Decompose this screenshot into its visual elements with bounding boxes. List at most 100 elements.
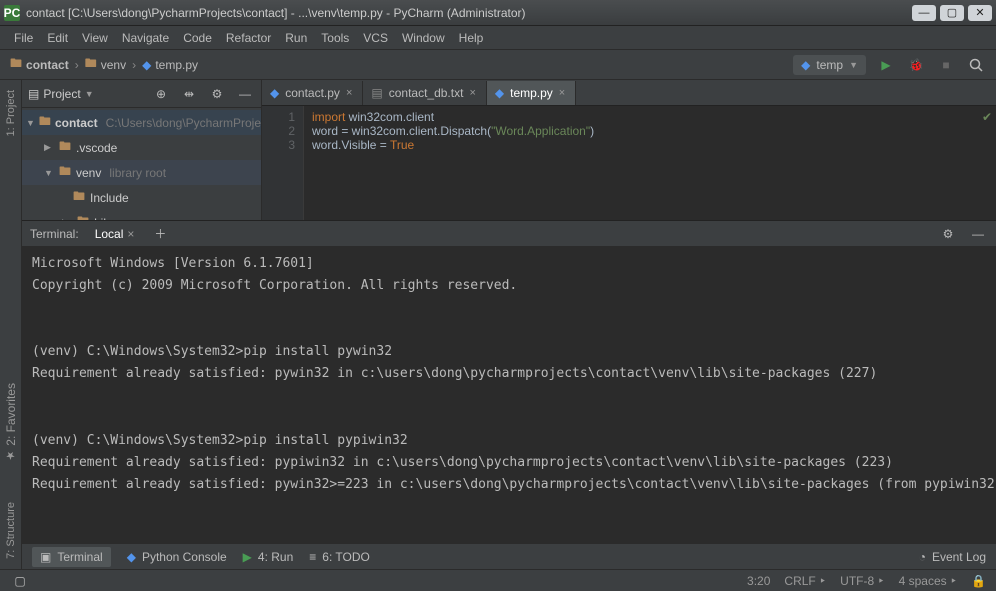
tree-item-venv[interactable]: ▼ 🖿 venv library root	[22, 160, 261, 185]
add-terminal-button[interactable]: ＋	[150, 224, 170, 244]
menu-window[interactable]: Window	[396, 29, 451, 47]
expand-arrow-icon[interactable]: ▼	[44, 168, 54, 178]
crumb-project[interactable]: 🖿contact	[10, 54, 69, 75]
crumb-file[interactable]: ◆temp.py	[142, 58, 198, 72]
toolwindow-todo-tab[interactable]: ≡6: TODO	[309, 550, 370, 564]
chevron-right-icon: ›	[75, 58, 79, 72]
gear-icon[interactable]: ⚙	[938, 224, 958, 244]
close-window-button[interactable]: ✕	[968, 5, 992, 21]
editor-tabs: ◆contact.py× ▤contact_db.txt× ◆temp.py×	[262, 80, 996, 106]
python-icon: ◆	[495, 86, 504, 100]
editor-area: ◆contact.py× ▤contact_db.txt× ◆temp.py× …	[262, 80, 996, 220]
menu-refactor[interactable]: Refactor	[220, 29, 277, 47]
editor-tab-contactdb[interactable]: ▤contact_db.txt×	[363, 81, 487, 105]
toolwindow-python-console-tab[interactable]: ◆Python Console	[127, 550, 227, 564]
locate-icon[interactable]: ⊕	[151, 84, 171, 104]
crumb-folder[interactable]: 🖿venv	[85, 54, 126, 75]
run-config-label: temp	[816, 58, 843, 72]
toolwindow-toggle-icon[interactable]: ▢	[10, 571, 30, 591]
status-bar: ▢ 3:20 CRLF ‣ UTF-8 ‣ 4 spaces ‣ 🔒	[0, 569, 996, 591]
cursor-position[interactable]: 3:20	[747, 574, 770, 588]
check-icon: ✔	[982, 110, 992, 124]
tree-item-lib[interactable]: ▶ 🖿 Lib	[22, 210, 261, 220]
close-icon[interactable]: ×	[346, 87, 352, 99]
app-icon: PC	[4, 5, 20, 21]
folder-icon: 🖿	[39, 112, 51, 133]
chevron-right-icon: ›	[132, 58, 136, 72]
run-config-selector[interactable]: ◆ temp ▼	[793, 55, 866, 75]
bottom-toolbar: ▣Terminal ◆Python Console ▶4: Run ≡6: TO…	[22, 543, 996, 569]
indent-setting[interactable]: 4 spaces ‣	[899, 574, 957, 588]
toolwindow-terminal-tab[interactable]: ▣Terminal	[32, 547, 111, 567]
folder-icon: 🖿	[76, 212, 90, 220]
menu-edit[interactable]: Edit	[41, 29, 74, 47]
close-icon[interactable]: ×	[127, 227, 134, 241]
code-editor[interactable]: 123 import win32com.client word = win32c…	[262, 106, 996, 220]
chevron-down-icon: ▼	[85, 89, 94, 99]
menu-navigate[interactable]: Navigate	[116, 29, 175, 47]
menu-file[interactable]: File	[8, 29, 39, 47]
folder-icon: 🖿	[58, 162, 72, 183]
text-file-icon: ▤	[371, 86, 382, 100]
close-icon[interactable]: ×	[559, 87, 565, 99]
expand-arrow-icon[interactable]: ▶	[44, 142, 54, 153]
terminal-label: Terminal:	[30, 227, 79, 241]
hide-panel-icon[interactable]: —	[968, 224, 988, 244]
menu-code[interactable]: Code	[177, 29, 218, 47]
maximize-button[interactable]: ▢	[940, 5, 964, 21]
python-icon: ◆	[801, 58, 810, 72]
tree-item-include[interactable]: 🖿 Include	[22, 185, 261, 210]
close-icon[interactable]: ×	[469, 87, 475, 99]
event-log-button[interactable]: ◔Event Log	[919, 550, 986, 564]
list-icon: ≡	[309, 550, 316, 564]
tree-item-vscode[interactable]: ▶ 🖿 .vscode	[22, 135, 261, 160]
editor-tab-temp[interactable]: ◆temp.py×	[487, 81, 576, 105]
nav-bar: 🖿contact › 🖿venv › ◆temp.py ◆ temp ▼ ▶ 🐞…	[0, 50, 996, 80]
search-everywhere-button[interactable]	[966, 55, 986, 75]
menu-run[interactable]: Run	[279, 29, 313, 47]
debug-button[interactable]: 🐞	[906, 55, 926, 75]
folder-icon: 🖿	[10, 54, 22, 75]
terminal-panel: Terminal: Local × ＋ ⚙ — Microsoft Window…	[22, 220, 996, 543]
gutter: 123	[262, 106, 304, 220]
tree-root[interactable]: ▼ 🖿 contact C:\Users\dong\PycharmProject…	[22, 110, 261, 135]
terminal-output[interactable]: Microsoft Windows [Version 6.1.7601] Cop…	[22, 247, 996, 543]
title-bar: PC contact [C:\Users\dong\PycharmProject…	[0, 0, 996, 26]
project-view-selector[interactable]: ▤ Project ▼	[28, 87, 151, 101]
balloon-icon: ◔	[919, 550, 926, 564]
folder-icon: 🖿	[72, 187, 86, 208]
line-separator[interactable]: CRLF ‣	[784, 574, 826, 588]
gear-icon[interactable]: ⚙	[207, 84, 227, 104]
menu-bar: File Edit View Navigate Code Refactor Ru…	[0, 26, 996, 50]
lock-icon[interactable]: 🔒	[971, 574, 986, 588]
collapse-icon[interactable]: ⇹	[179, 84, 199, 104]
chevron-down-icon: ▼	[849, 60, 858, 70]
menu-tools[interactable]: Tools	[315, 29, 355, 47]
toolwindow-run-tab[interactable]: ▶4: Run	[243, 550, 294, 564]
stop-button[interactable]: ■	[936, 55, 956, 75]
terminal-icon: ▣	[40, 550, 51, 564]
project-tree[interactable]: ▼ 🖿 contact C:\Users\dong\PycharmProject…	[22, 108, 261, 220]
menu-help[interactable]: Help	[453, 29, 490, 47]
menu-vcs[interactable]: VCS	[357, 29, 394, 47]
minimize-button[interactable]: —	[912, 5, 936, 21]
toolwindow-favorites-tab[interactable]: ★ 2: Favorites	[4, 383, 18, 462]
window-title: contact [C:\Users\dong\PycharmProjects\c…	[26, 6, 912, 20]
project-panel: ▤ Project ▼ ⊕ ⇹ ⚙ — ▼ 🖿 conta	[22, 80, 262, 220]
toolwindow-structure-tab[interactable]: 7: Structure	[5, 502, 17, 559]
python-icon: ◆	[142, 58, 151, 72]
menu-view[interactable]: View	[76, 29, 114, 47]
play-icon: ▶	[243, 550, 252, 564]
run-button[interactable]: ▶	[876, 55, 896, 75]
expand-arrow-icon[interactable]: ▼	[26, 118, 35, 128]
file-encoding[interactable]: UTF-8 ‣	[840, 574, 884, 588]
terminal-tab-local[interactable]: Local ×	[89, 225, 141, 243]
folder-icon: 🖿	[58, 137, 72, 158]
editor-tab-contact[interactable]: ◆contact.py×	[262, 81, 363, 105]
hide-panel-icon[interactable]: —	[235, 84, 255, 104]
python-icon: ◆	[127, 550, 136, 564]
project-icon: ▤	[28, 87, 39, 101]
python-icon: ◆	[270, 86, 279, 100]
breadcrumb: 🖿contact › 🖿venv › ◆temp.py	[10, 54, 793, 75]
toolwindow-project-tab[interactable]: 1: Project	[5, 90, 17, 136]
